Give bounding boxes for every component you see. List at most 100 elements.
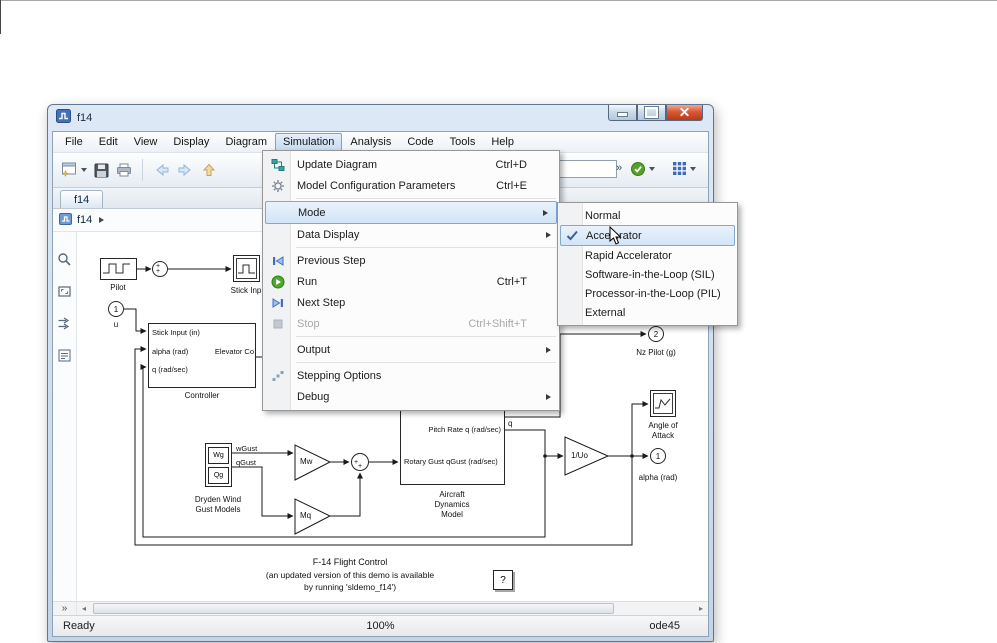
outport-alpha[interactable]: 1 [650,448,666,464]
menu-separator [296,336,556,337]
pan-button[interactable] [57,316,72,336]
menu-item-debug[interactable]: Debug [263,386,559,407]
menu-edit[interactable]: Edit [91,133,126,151]
scroll-left-icon[interactable]: ◂ [77,602,91,615]
submenu-item-normal[interactable]: Normal [558,206,737,225]
gain-uo-label[interactable]: 1/Uo [571,451,588,460]
pilot-block[interactable] [100,258,137,280]
scrollbar-thumb[interactable] [93,603,614,614]
square-wave-icon [103,263,130,274]
sum-block[interactable]: + + [152,261,168,277]
submenu-item-processor-in-the-loop[interactable]: Processor-in-the-Loop (PIL) [558,284,737,303]
menu-diagram[interactable]: Diagram [217,133,275,151]
outport-nz[interactable]: 2 [648,326,664,342]
angle-of-attack-scope-block[interactable] [650,390,676,417]
new-model-button[interactable] [61,162,87,178]
toolbar-overflow-button[interactable]: » [616,162,622,174]
menu-item-label: Update Diagram [297,158,378,171]
check-icon [561,230,583,241]
dropdown-caret-icon [649,167,655,171]
breadcrumb-item-f14[interactable]: f14 [77,214,92,226]
run-check-button[interactable] [630,161,655,177]
back-button[interactable] [152,163,170,177]
up-to-parent-button[interactable] [202,163,216,177]
aircraft-label-1: Aircraft [439,490,465,499]
build-button[interactable] [672,161,696,176]
menu-item-run[interactable]: Run Ctrl+T [263,271,559,292]
outport-nz-label: Nz Pilot (g) [636,348,676,357]
menu-item-mode[interactable]: Mode [265,201,557,224]
stop-icon [265,317,291,331]
maximize-button[interactable] [637,105,666,121]
aircraft-dynamics-block[interactable]: Pitch Rate q (rad/sec) Rotary Gust qGust… [400,405,505,485]
port-label-alpha: alpha (rad) [152,347,189,356]
minimize-button[interactable] [608,105,637,121]
menu-view[interactable]: View [126,133,166,151]
stop-time-input[interactable] [553,160,617,178]
submenu-item-accelerator[interactable]: Accelerator [560,225,735,246]
fit-view-icon [58,286,71,297]
status-zoom-level: 100% [366,620,395,632]
horizontal-scrollbar-row: » ◂ ▸ [53,601,708,615]
status-bar: Ready 100% ode45 [53,615,708,636]
menu-item-next-step[interactable]: Next Step [263,292,559,313]
forward-button[interactable] [177,163,195,177]
submenu-item-rapid-accelerator[interactable]: Rapid Accelerator [558,246,737,265]
step-forward-icon [265,296,291,310]
menu-display[interactable]: Display [165,133,217,151]
menu-item-model-configuration-parameters[interactable]: Model Configuration Parameters Ctrl+E [263,175,559,196]
menu-file[interactable]: File [57,133,91,151]
gain-mq-label[interactable]: Mq [300,511,311,520]
controller-block[interactable]: Stick Input (in) alpha (rad) Elevator Co… [148,323,256,388]
pilot-label: Pilot [110,283,126,292]
menu-item-label: Next Step [297,296,346,309]
controller-label: Controller [184,391,220,400]
save-button[interactable] [94,163,109,178]
menu-simulation[interactable]: Simulation [275,133,343,151]
menu-code[interactable]: Code [399,133,441,151]
annotation-button[interactable] [57,348,72,368]
sum-sign: + [358,463,363,470]
submenu-arrow-icon [546,231,551,238]
menu-item-update-diagram[interactable]: Update Diagram Ctrl+D [263,154,559,175]
menu-item-data-display[interactable]: Data Display [263,224,559,245]
screen: f14 File Edit View Display Diagram Simul… [0,0,997,643]
submenu-item-software-in-the-loop[interactable]: Software-in-the-Loop (SIL) [558,265,737,284]
status-solver: ode45 [649,620,680,632]
scrollbar-track[interactable] [91,602,694,615]
zoom-button[interactable] [57,252,72,272]
fit-to-view-button[interactable] [57,284,72,304]
zoom-icon [58,253,71,266]
menu-item-shortcut: Ctrl+T [496,275,527,288]
menu-help[interactable]: Help [483,133,522,151]
stick-scope-label: Stick Inp [230,286,262,295]
gain-mw-label[interactable]: Mw [300,457,312,466]
build-grid-icon [673,162,686,175]
breadcrumb-caret-icon [99,217,105,223]
tab-label: f14 [74,193,90,206]
menu-item-output[interactable]: Output [263,339,559,360]
close-button[interactable] [666,105,703,121]
outport-number: 2 [653,329,659,339]
submenu-item-external[interactable]: External [558,303,737,322]
tab-f14[interactable]: f14 [60,190,104,208]
menu-tools[interactable]: Tools [442,133,484,151]
simulation-menu: Update Diagram Ctrl+D Model Configuratio… [262,150,560,411]
save-icon [94,163,109,177]
sum-block-2[interactable]: + + [351,453,369,471]
menu-item-stepping-options[interactable]: Stepping Options [263,365,559,386]
menu-analysis[interactable]: Analysis [342,133,399,151]
left-border-line [0,0,1,34]
aoa-scope-label-2: Attack [651,431,675,440]
scroll-right-icon[interactable]: ▸ [694,602,708,615]
print-button[interactable] [116,163,132,177]
more-info-block[interactable]: ? [493,570,513,590]
inport-number: 1 [113,304,119,314]
up-arrow-icon [202,163,216,176]
palette-overflow-button[interactable]: » [53,602,77,615]
stick-input-scope-block[interactable] [233,255,260,282]
titlebar[interactable]: f14 [48,105,713,131]
inport-u[interactable]: 1 [108,301,124,317]
dryden-gust-block[interactable]: Wg Qg [205,443,232,487]
menu-item-previous-step[interactable]: Previous Step [263,250,559,271]
